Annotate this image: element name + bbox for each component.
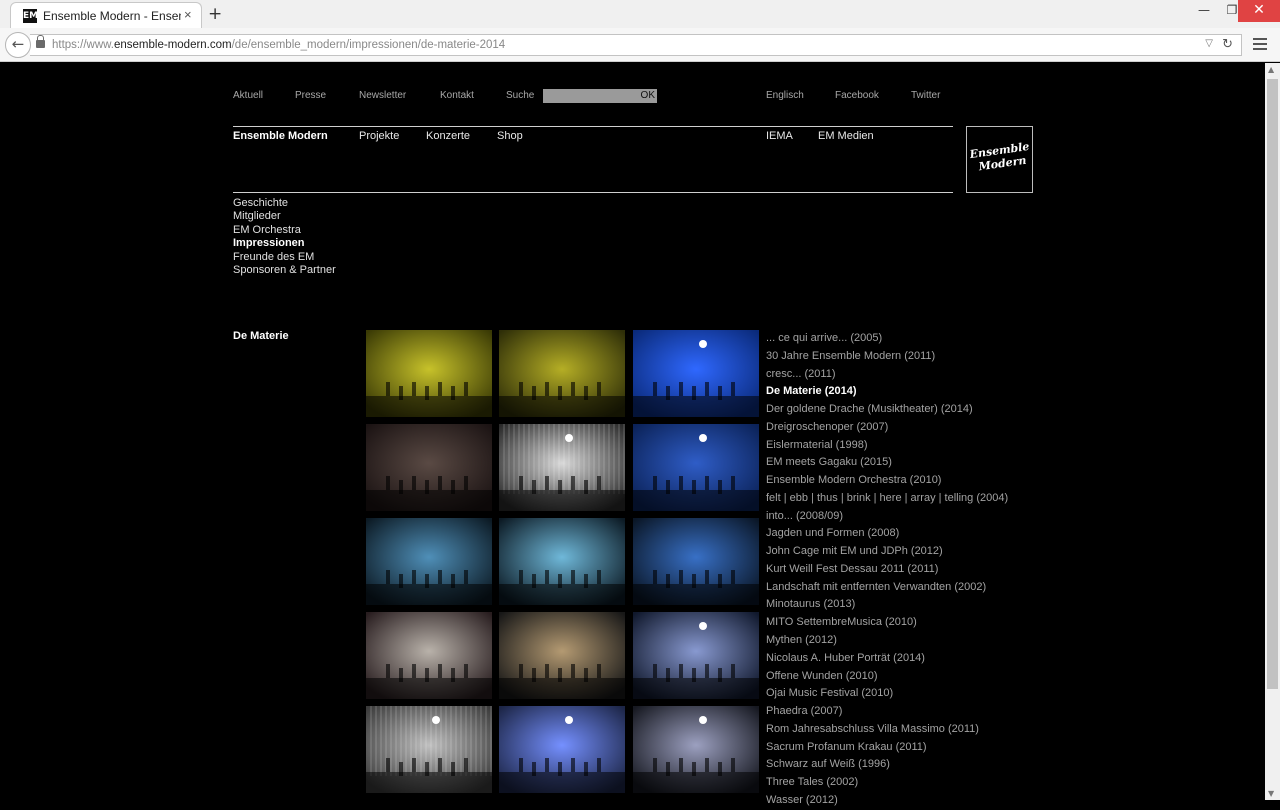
- tab-close-icon[interactable]: ×: [184, 7, 192, 22]
- divider: [233, 192, 953, 193]
- lock-icon: [36, 35, 45, 48]
- nav-kontakt[interactable]: Kontakt: [440, 90, 474, 101]
- search-label: Suche: [506, 90, 535, 101]
- event-link[interactable]: Jagden und Formen (2008): [766, 525, 1008, 543]
- gallery-thumbnail[interactable]: [366, 706, 492, 793]
- gallery-thumbnail[interactable]: [366, 612, 492, 699]
- search-box: OK: [543, 89, 657, 103]
- event-list: ... ce qui arrive... (2005) 30 Jahre Ense…: [766, 330, 1008, 810]
- subnav-item[interactable]: Geschichte: [233, 197, 336, 210]
- subnav-item[interactable]: Mitglieder: [233, 210, 336, 223]
- gallery-thumbnail[interactable]: [633, 706, 759, 793]
- gallery-thumbnail[interactable]: [633, 330, 759, 417]
- vertical-scrollbar[interactable]: ▲ ▼: [1265, 63, 1280, 800]
- event-link[interactable]: Offene Wunden (2010): [766, 668, 1008, 686]
- gallery-thumbnail[interactable]: [366, 330, 492, 417]
- subnav-item[interactable]: Sponsoren & Partner: [233, 264, 336, 277]
- event-link[interactable]: Dreigroschenoper (2007): [766, 419, 1008, 437]
- nav-projekte[interactable]: Projekte: [359, 130, 399, 142]
- event-link[interactable]: EM meets Gagaku (2015): [766, 454, 1008, 472]
- back-button[interactable]: ←: [5, 32, 31, 58]
- event-link[interactable]: Mythen (2012): [766, 632, 1008, 650]
- event-link[interactable]: Eislermaterial (1998): [766, 437, 1008, 455]
- event-link[interactable]: Three Tales (2002): [766, 774, 1008, 792]
- scroll-up-icon[interactable]: ▲: [1268, 65, 1274, 74]
- nav-englisch[interactable]: Englisch: [766, 90, 804, 101]
- gallery-thumbnail[interactable]: [499, 424, 625, 511]
- browser-nav-bar: https://www.ensemble-modern.com/de/ensem…: [0, 28, 1280, 62]
- nav-newsletter[interactable]: Newsletter: [359, 90, 406, 101]
- event-link[interactable]: Minotaurus (2013): [766, 596, 1008, 614]
- subnav-item[interactable]: Freunde des EM: [233, 251, 336, 264]
- gallery-thumbnail[interactable]: [633, 612, 759, 699]
- event-link[interactable]: 30 Jahre Ensemble Modern (2011): [766, 348, 1008, 366]
- gallery-thumbnail[interactable]: [366, 518, 492, 605]
- event-link[interactable]: ... ce qui arrive... (2005): [766, 330, 1008, 348]
- nav-konzerte[interactable]: Konzerte: [426, 130, 470, 142]
- gallery-thumbnail[interactable]: [633, 424, 759, 511]
- nav-em-medien[interactable]: EM Medien: [818, 130, 874, 142]
- scrollbar-thumb[interactable]: [1267, 79, 1278, 689]
- nav-twitter[interactable]: Twitter: [911, 90, 940, 101]
- hamburger-menu-icon[interactable]: [1253, 38, 1267, 50]
- scroll-down-icon[interactable]: ▼: [1268, 789, 1274, 798]
- sub-navigation: Geschichte Mitglieder EM Orchestra Impressi…: [233, 197, 336, 277]
- event-link[interactable]: Nicolaus A. Huber Porträt (2014): [766, 650, 1008, 668]
- window-close-icon[interactable]: ✕: [1238, 0, 1280, 22]
- tab-title: Ensemble Modern - Ensem…: [43, 9, 181, 23]
- subnav-item[interactable]: EM Orchestra: [233, 224, 336, 237]
- subnav-item[interactable]: Impressionen: [233, 237, 336, 250]
- event-link[interactable]: Phaedra (2007): [766, 703, 1008, 721]
- gallery-thumbnail[interactable]: [499, 706, 625, 793]
- event-link[interactable]: Schwarz auf Weiß (1996): [766, 756, 1008, 774]
- event-link[interactable]: felt | ebb | thus | brink | here | array…: [766, 490, 1008, 508]
- url-text: https://www.ensemble-modern.com/de/ensem…: [52, 39, 506, 51]
- event-link[interactable]: MITO SettembreMusica (2010): [766, 614, 1008, 632]
- favicon-icon: EM: [23, 9, 39, 23]
- event-link[interactable]: cresc... (2011): [766, 366, 1008, 384]
- event-link[interactable]: Landschaft mit entfernten Verwandten (20…: [766, 579, 1008, 597]
- event-link[interactable]: Ojai Music Festival (2010): [766, 685, 1008, 703]
- event-link[interactable]: Wasser (2012): [766, 792, 1008, 810]
- event-link[interactable]: into... (2008/09): [766, 508, 1008, 526]
- reload-icon[interactable]: ↻: [1222, 37, 1233, 52]
- event-link[interactable]: Kurt Weill Fest Dessau 2011 (2011): [766, 561, 1008, 579]
- event-link[interactable]: John Cage mit EM und JDPh (2012): [766, 543, 1008, 561]
- page-content: Aktuell Presse Newsletter Kontakt Suche …: [0, 63, 1265, 806]
- address-bar[interactable]: https://www.ensemble-modern.com/de/ensem…: [30, 34, 1242, 56]
- nav-ensemble-modern[interactable]: Ensemble Modern: [233, 130, 328, 142]
- event-link[interactable]: De Materie (2014): [766, 383, 1008, 401]
- nav-aktuell[interactable]: Aktuell: [233, 90, 263, 101]
- event-link[interactable]: Der goldene Drache (Musiktheater) (2014): [766, 401, 1008, 419]
- nav-shop[interactable]: Shop: [497, 130, 523, 142]
- browser-tab-bar: EM Ensemble Modern - Ensem… × + — ❐ ✕: [0, 0, 1280, 28]
- nav-facebook[interactable]: Facebook: [835, 90, 879, 101]
- browser-tab[interactable]: EM Ensemble Modern - Ensem… ×: [10, 2, 202, 28]
- nav-iema[interactable]: IEMA: [766, 130, 793, 142]
- new-tab-icon[interactable]: +: [208, 4, 222, 24]
- gallery-thumbnail[interactable]: [499, 330, 625, 417]
- nav-presse[interactable]: Presse: [295, 90, 326, 101]
- arrow-left-icon: ←: [11, 35, 25, 53]
- event-link[interactable]: Ensemble Modern Orchestra (2010): [766, 472, 1008, 490]
- divider: [233, 126, 953, 127]
- event-link[interactable]: Sacrum Profanum Krakau (2011): [766, 739, 1008, 757]
- section-title: De Materie: [233, 330, 289, 342]
- gallery-thumbnail[interactable]: [499, 518, 625, 605]
- search-ok-button[interactable]: OK: [641, 90, 655, 101]
- gallery-thumbnail[interactable]: [499, 612, 625, 699]
- url-dropdown-icon[interactable]: ▽: [1205, 38, 1213, 49]
- ensemble-modern-logo[interactable]: Ensemble Modern: [966, 126, 1033, 193]
- event-link[interactable]: Rom Jahresabschluss Villa Massimo (2011): [766, 721, 1008, 739]
- search-input[interactable]: [543, 89, 639, 103]
- gallery-thumbnail[interactable]: [366, 424, 492, 511]
- gallery-thumbnail[interactable]: [633, 518, 759, 605]
